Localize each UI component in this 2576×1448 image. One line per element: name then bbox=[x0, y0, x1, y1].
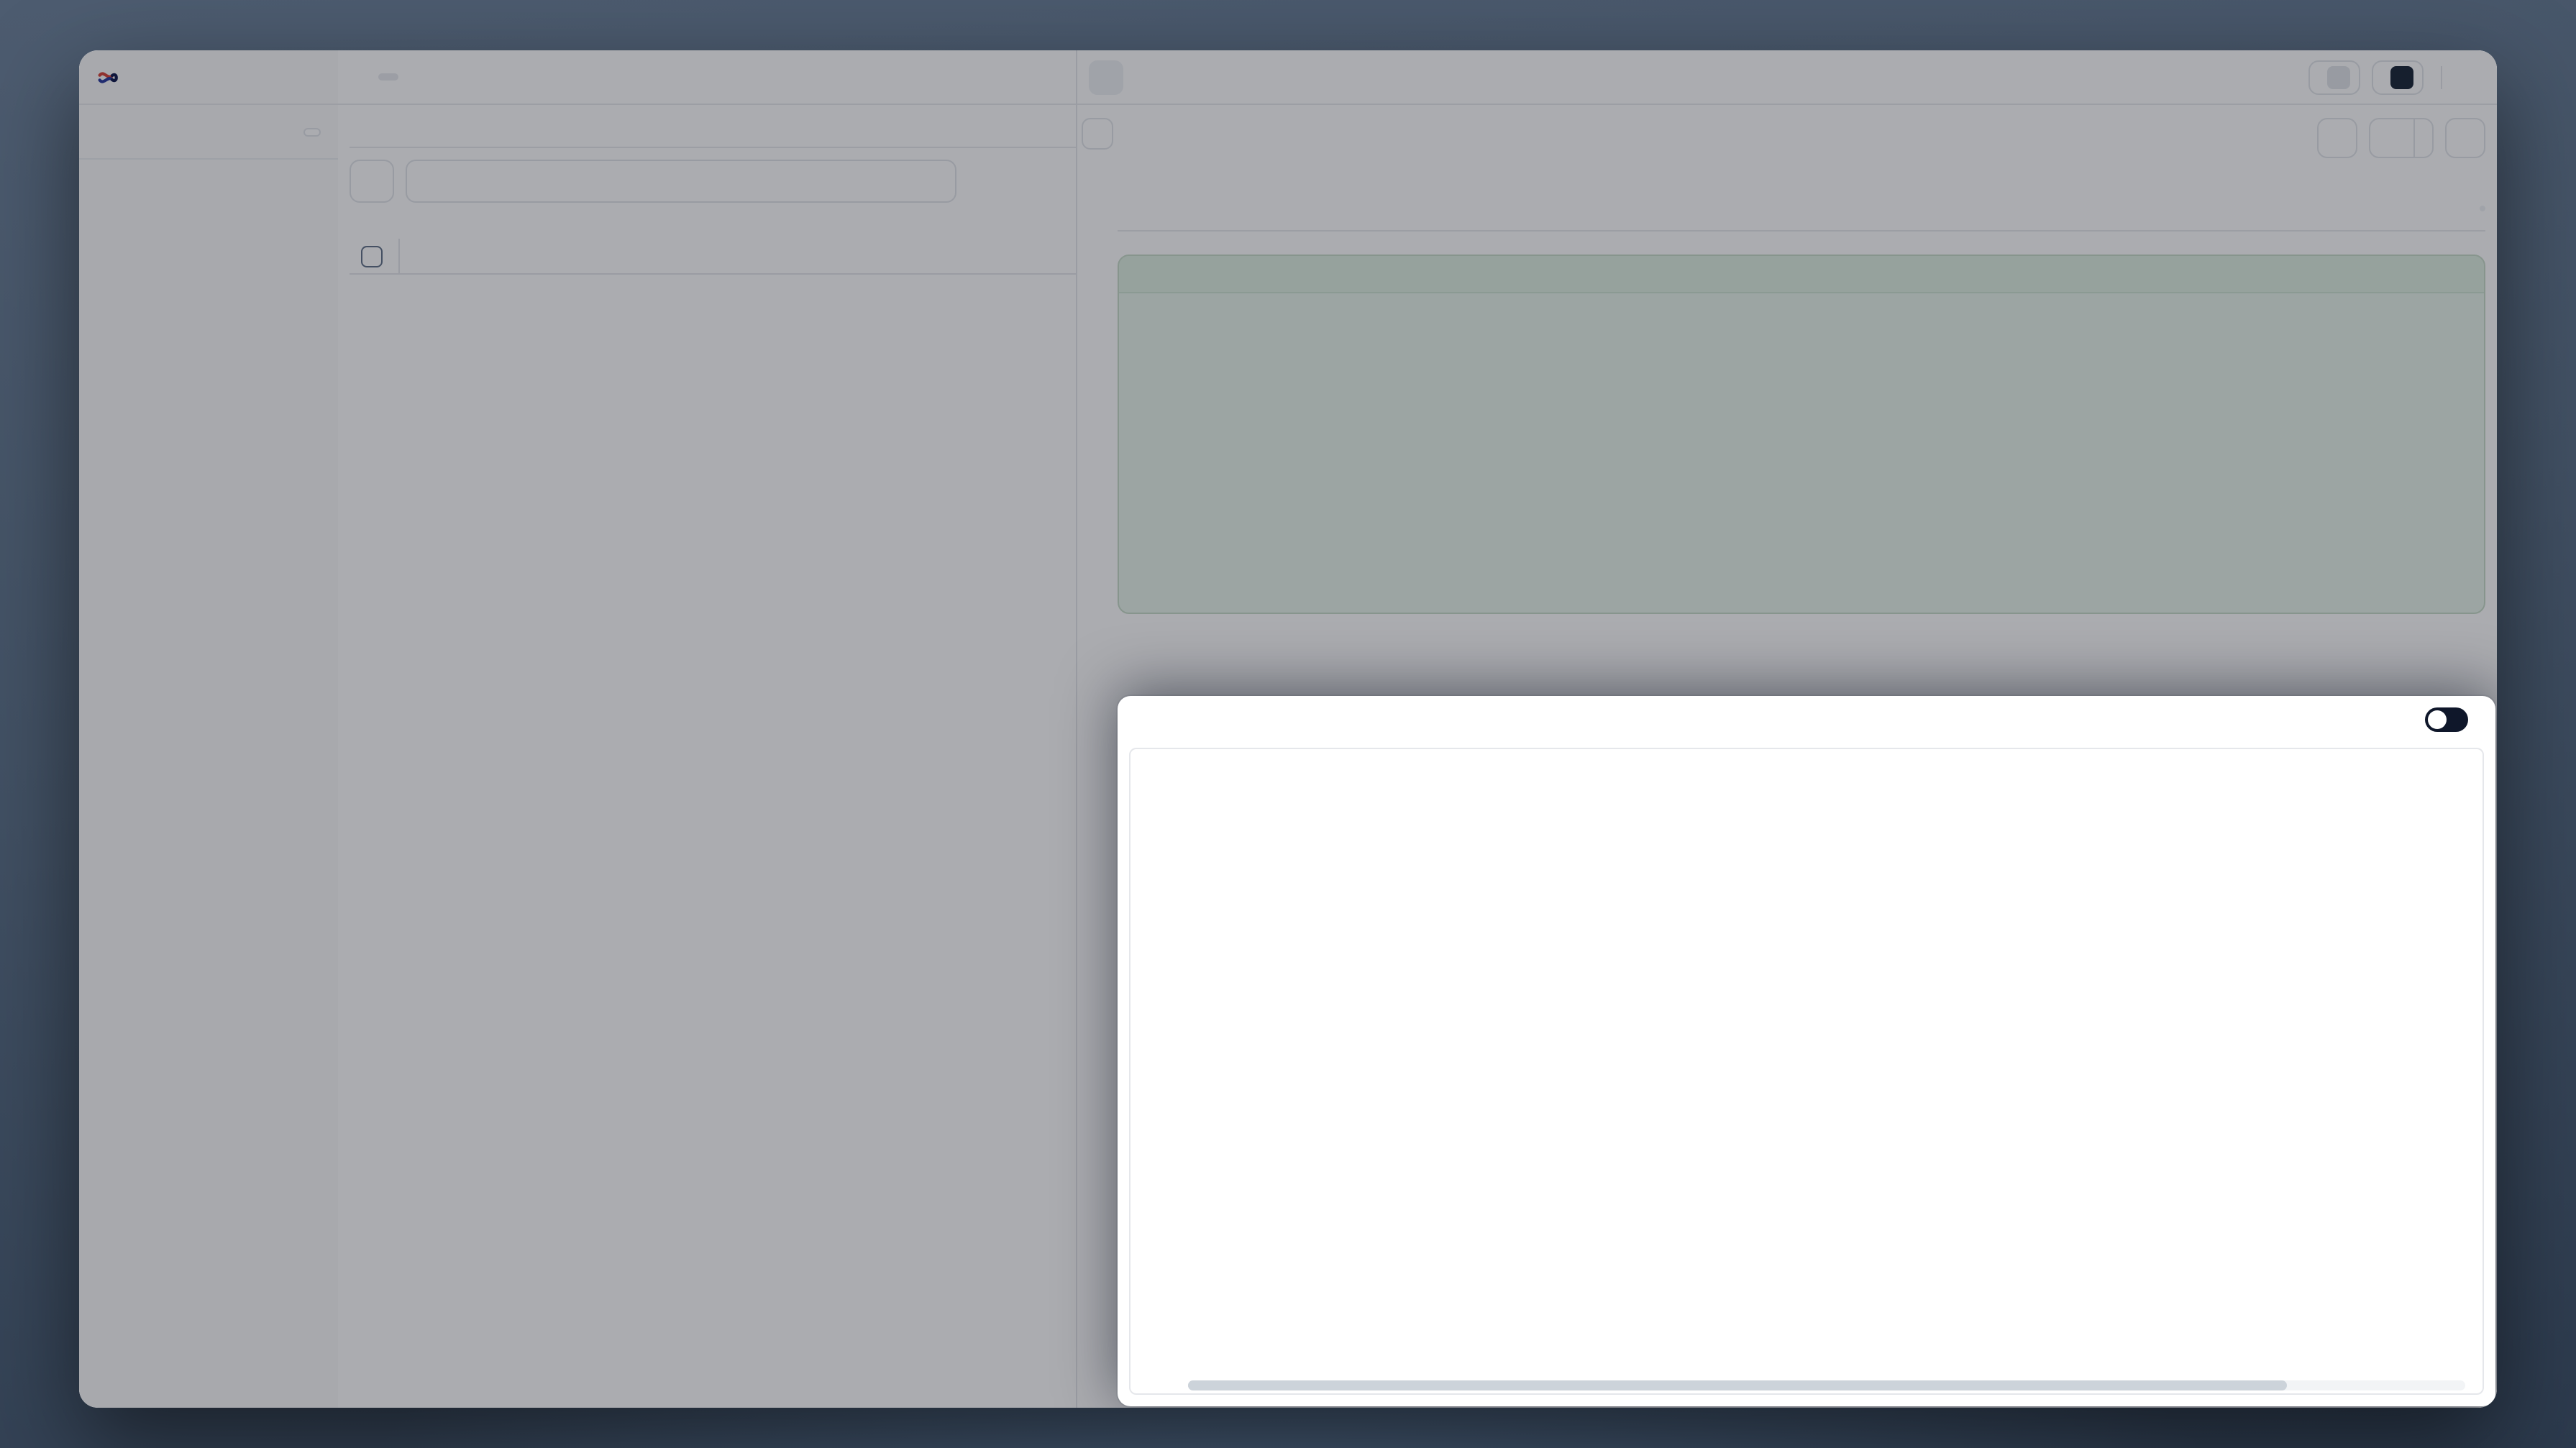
scrollbar-thumb[interactable] bbox=[1188, 1380, 2287, 1390]
json-code-editor[interactable] bbox=[1129, 748, 2484, 1395]
horizontal-scrollbar[interactable] bbox=[1188, 1380, 2465, 1390]
corrected-output-header bbox=[1118, 696, 2495, 743]
corrected-output-panel bbox=[1118, 696, 2495, 1406]
desktop-background bbox=[0, 0, 2576, 1448]
json-mode-toggle[interactable] bbox=[2425, 707, 2468, 732]
langfuse-app-window bbox=[79, 50, 2497, 1408]
